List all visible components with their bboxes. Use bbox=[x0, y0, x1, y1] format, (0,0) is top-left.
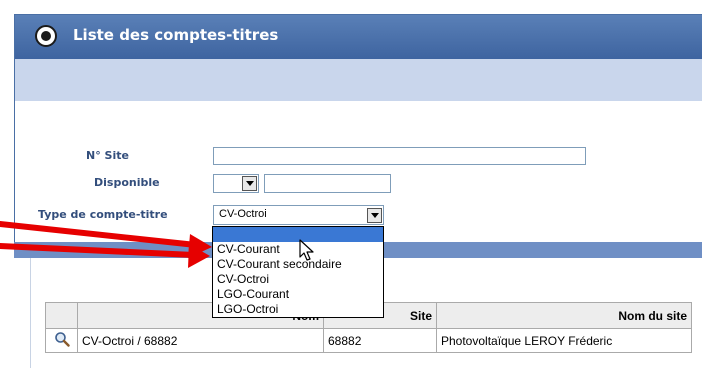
screenshot-stage: Liste des comptes-titres N° Site Disponi… bbox=[0, 0, 702, 368]
annotation-arrows bbox=[0, 221, 212, 268]
mouse-cursor-icon bbox=[299, 239, 314, 261]
annotation-arrow-bottom bbox=[0, 243, 210, 268]
